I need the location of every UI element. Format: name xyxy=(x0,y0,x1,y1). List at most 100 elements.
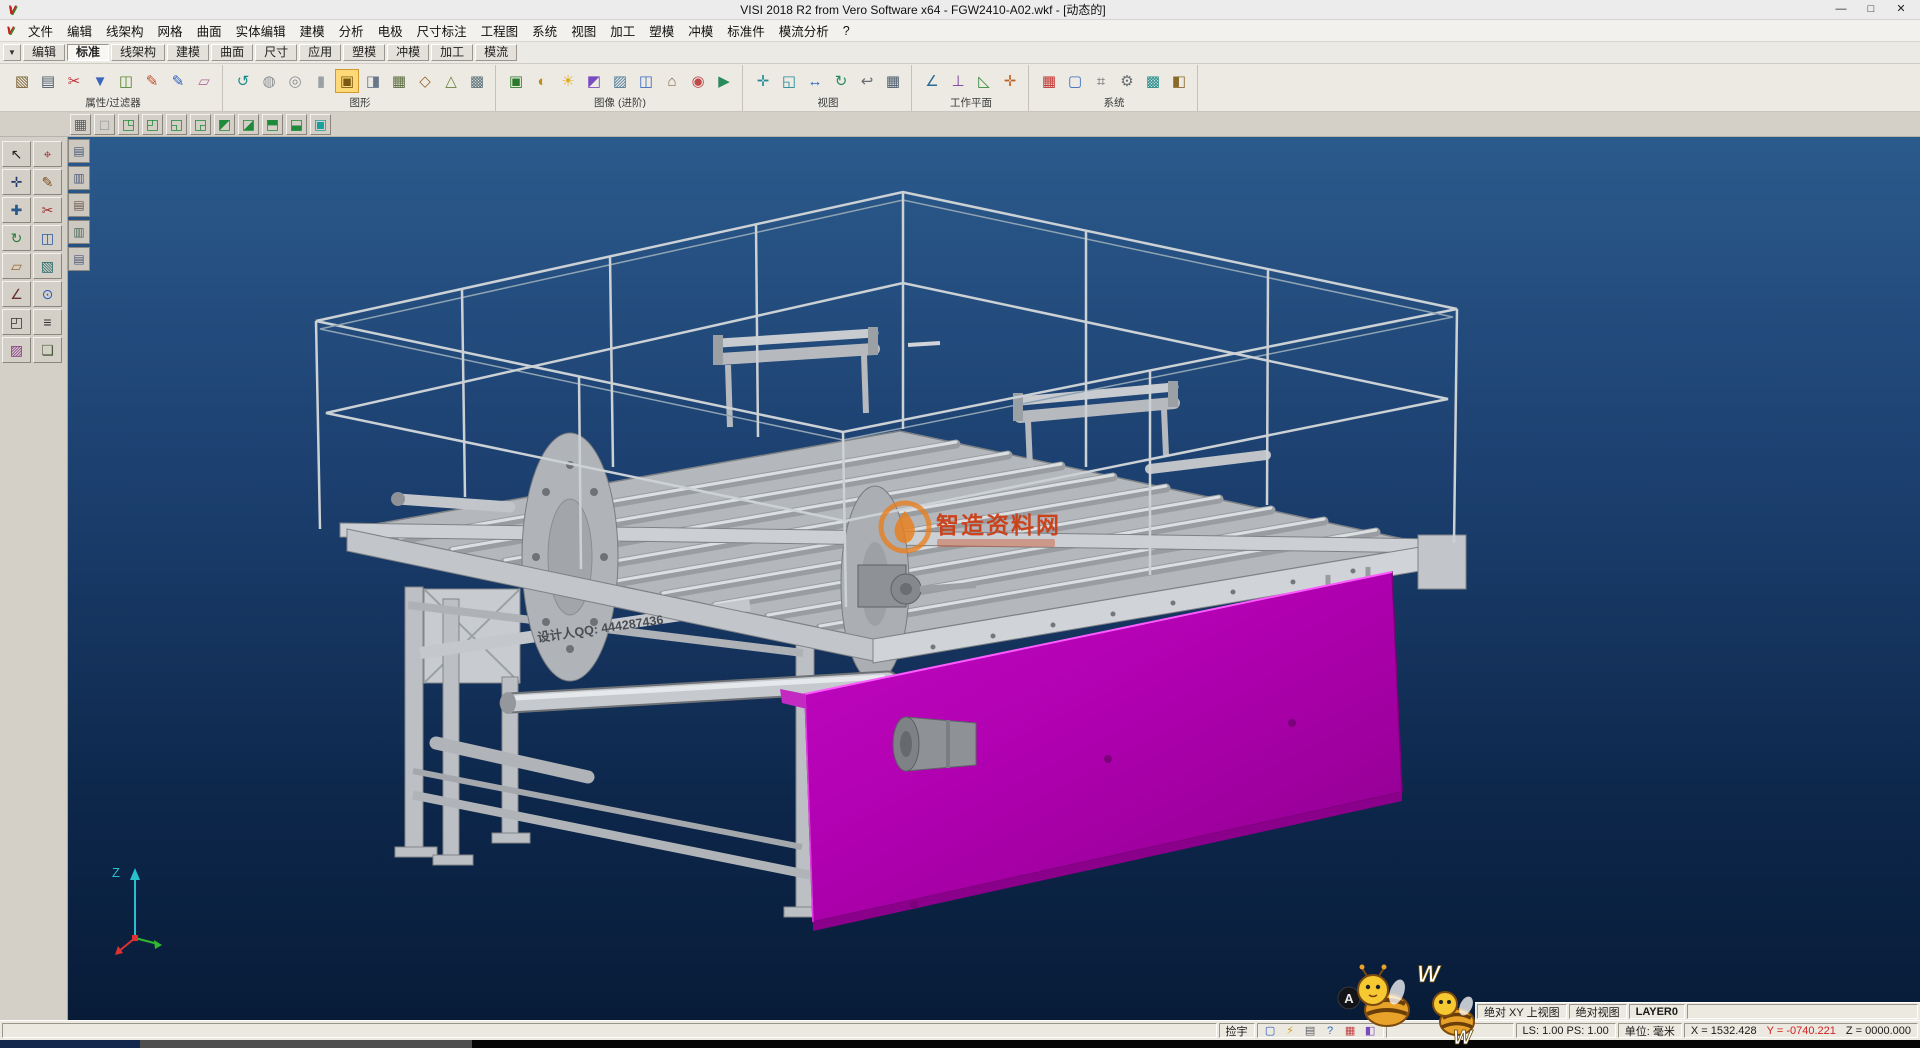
mirror-icon[interactable]: ◫ xyxy=(33,225,62,251)
menu-item[interactable]: 冲模 xyxy=(681,19,720,42)
menu-item[interactable]: 标准件 xyxy=(720,19,772,42)
white-view-icon[interactable]: ◻ xyxy=(94,114,115,135)
close-button[interactable]: ✕ xyxy=(1886,1,1916,19)
home-view-icon[interactable]: ⌂ xyxy=(660,69,684,93)
menu-item[interactable]: 系统 xyxy=(525,19,564,42)
window-icon[interactable]: ◫ xyxy=(634,69,658,93)
eraser-icon[interactable]: ▱ xyxy=(192,69,216,93)
menu-item[interactable]: 模流分析 xyxy=(772,19,836,42)
hatch-icon[interactable]: ▨ xyxy=(608,69,632,93)
pan-icon[interactable]: ↔ xyxy=(803,69,827,93)
toolbar-tab[interactable]: 尺寸 xyxy=(255,44,297,61)
menu-item[interactable]: 电极 xyxy=(371,19,410,42)
diamond-display-icon[interactable]: ◇ xyxy=(413,69,437,93)
texture-icon[interactable]: ▣ xyxy=(504,69,528,93)
views-icon[interactable]: ◰ xyxy=(2,309,31,335)
capture-icon[interactable]: ⚡ xyxy=(1282,1024,1299,1037)
menu-item[interactable]: 线架构 xyxy=(99,19,151,42)
zoom-fit-icon[interactable]: ✛ xyxy=(751,69,775,93)
select-icon[interactable]: ↖ xyxy=(2,141,31,167)
cube-left-icon[interactable]: ◪ xyxy=(238,114,259,135)
cube-iso-icon[interactable]: ◳ xyxy=(118,114,139,135)
shaded-toggle-icon[interactable]: ▣ xyxy=(335,69,359,93)
layers-icon[interactable]: ◧ xyxy=(1167,69,1191,93)
edit-red-icon[interactable]: ✎ xyxy=(140,69,164,93)
material-icon[interactable]: ◩ xyxy=(582,69,606,93)
cube-shaded-icon[interactable]: ▣ xyxy=(310,114,331,135)
menu-item[interactable]: 加工 xyxy=(603,19,642,42)
printer-icon[interactable]: ▤ xyxy=(36,69,60,93)
monitor-icon[interactable]: ▢ xyxy=(1063,69,1087,93)
calculator-icon[interactable]: ⌗ xyxy=(1089,69,1113,93)
filter-icon[interactable]: ▼ xyxy=(88,69,112,93)
menu-item[interactable]: ? xyxy=(836,22,857,40)
menu-item[interactable]: 网格 xyxy=(151,19,190,42)
cube-top-icon[interactable]: ◰ xyxy=(142,114,163,135)
panel-toggle-icon-4[interactable]: ▥ xyxy=(68,220,90,244)
palette-icon[interactable]: ▨ xyxy=(2,337,31,363)
menu-item[interactable]: 分析 xyxy=(332,19,371,42)
play-icon[interactable]: ▶ xyxy=(712,69,736,93)
plane-icon[interactable]: ▱ xyxy=(2,253,31,279)
cube-front-icon[interactable]: ◱ xyxy=(166,114,187,135)
edit-blue-icon[interactable]: ✎ xyxy=(166,69,190,93)
menu-item[interactable]: 实体编辑 xyxy=(229,19,293,42)
mesh-display-icon[interactable]: ▦ xyxy=(387,69,411,93)
probe-icon[interactable]: ⌖ xyxy=(33,141,62,167)
disk-ring-icon[interactable]: ◎ xyxy=(283,69,307,93)
snap-toggle[interactable]: 捡宇 xyxy=(1219,1023,1255,1038)
cube-bottom-icon[interactable]: ⬒ xyxy=(262,114,283,135)
toolbar-tab[interactable]: 冲模 xyxy=(387,44,429,61)
toolbar-tab[interactable]: 编辑 xyxy=(23,44,65,61)
toolbar-tab[interactable]: 线架构 xyxy=(111,44,165,61)
viewport-3d[interactable]: ▤▥▤▥▤ xyxy=(68,137,1920,1020)
triangle-display-icon[interactable]: △ xyxy=(439,69,463,93)
toolbar-dropdown-button[interactable]: ▼ xyxy=(3,44,21,61)
target-icon[interactable]: ◉ xyxy=(686,69,710,93)
panel-toggle-icon-5[interactable]: ▤ xyxy=(68,247,90,271)
move-icon[interactable]: ✚ xyxy=(2,197,31,223)
panel-toggle-icon-2[interactable]: ▥ xyxy=(68,166,90,190)
toolbar-tab[interactable]: 标准 xyxy=(67,44,109,61)
cylinder-icon[interactable]: ▮ xyxy=(309,69,333,93)
regen-icon[interactable]: ↺ xyxy=(231,69,255,93)
notes-icon[interactable]: ❏ xyxy=(33,337,62,363)
delete-attributes-icon[interactable]: ✂ xyxy=(62,69,86,93)
toolbar-tab[interactable]: 加工 xyxy=(431,44,473,61)
display-icon[interactable]: ▢ xyxy=(1262,1024,1279,1037)
rotate-icon[interactable]: ↻ xyxy=(2,225,31,251)
cube-iso2-icon[interactable]: ⬓ xyxy=(286,114,307,135)
settings-icon[interactable]: ⚙ xyxy=(1115,69,1139,93)
menu-item[interactable]: 视图 xyxy=(564,19,603,42)
menu-item[interactable]: 文件 xyxy=(21,19,60,42)
menu-item[interactable]: 工程图 xyxy=(474,19,526,42)
workplane-angle-icon[interactable]: ∠ xyxy=(920,69,944,93)
previous-view-icon[interactable]: ↩ xyxy=(855,69,879,93)
snap-icon[interactable]: ⊙ xyxy=(33,281,62,307)
menu-item[interactable]: 曲面 xyxy=(190,19,229,42)
light-icon[interactable]: ☀ xyxy=(556,69,580,93)
maximize-button[interactable]: □ xyxy=(1856,1,1886,19)
print-small-icon[interactable]: ▤ xyxy=(1302,1024,1319,1037)
color-table-icon[interactable]: ▦ xyxy=(1037,69,1061,93)
toolbar-tab[interactable]: 模流 xyxy=(475,44,517,61)
minimize-button[interactable]: — xyxy=(1826,1,1856,19)
solid-icon[interactable]: ▧ xyxy=(33,253,62,279)
shade-half-icon[interactable]: ◐ xyxy=(530,69,554,93)
disk-icon[interactable]: ◍ xyxy=(257,69,281,93)
rotate-view-icon[interactable]: ↻ xyxy=(829,69,853,93)
sketch-icon[interactable]: ✎ xyxy=(33,169,62,195)
workplane-normal-icon[interactable]: ⊥ xyxy=(946,69,970,93)
workplane-origin-icon[interactable]: ✛ xyxy=(998,69,1022,93)
menu-item[interactable]: 尺寸标注 xyxy=(410,19,474,42)
toolbar-tab[interactable]: 曲面 xyxy=(211,44,253,61)
app-menu-icon[interactable]: V xyxy=(2,25,18,37)
trim-icon[interactable]: ✂ xyxy=(33,197,62,223)
toolbar-tab[interactable]: 塑模 xyxy=(343,44,385,61)
attribute-brush-icon[interactable]: ▧ xyxy=(10,69,34,93)
workplane-triangle-icon[interactable]: ◺ xyxy=(972,69,996,93)
cube-back-icon[interactable]: ◩ xyxy=(214,114,235,135)
cube-right-icon[interactable]: ◲ xyxy=(190,114,211,135)
link-icon[interactable]: ◫ xyxy=(114,69,138,93)
zoom-window-icon[interactable]: ◱ xyxy=(777,69,801,93)
